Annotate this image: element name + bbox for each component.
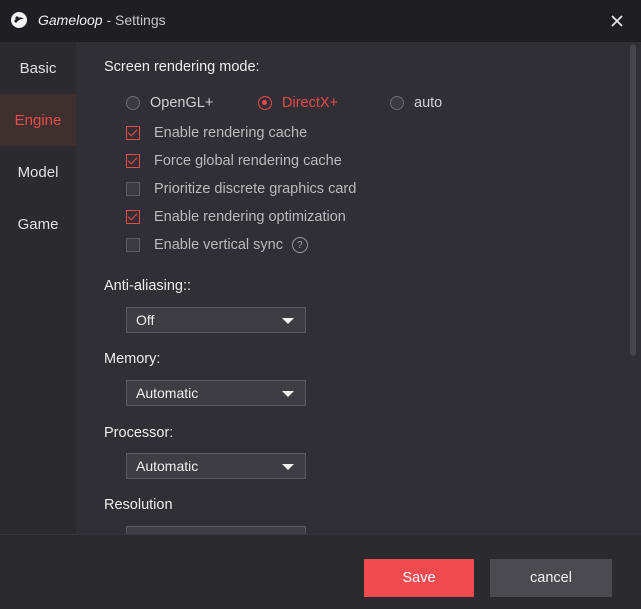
dropdown-arrow-icon (282, 464, 294, 470)
radio-label: OpenGL+ (150, 95, 214, 111)
anti-aliasing-title: Anti-aliasing:: (104, 278, 192, 294)
dropdown-arrow-icon (282, 318, 294, 324)
checkbox-indicator (126, 238, 140, 252)
help-icon[interactable]: ? (291, 237, 308, 253)
window-title: Gameloop - Settings (38, 12, 166, 28)
checkbox-label: Prioritize discrete graphics card (154, 181, 357, 197)
app-name: Gameloop (38, 12, 103, 28)
title-bar: Gameloop - Settings (0, 0, 641, 42)
sidebar-item-game[interactable]: Game (0, 198, 76, 250)
save-button[interactable]: Save (364, 559, 474, 597)
checkbox-rendering-cache[interactable]: Enable rendering cache (126, 125, 307, 141)
engine-settings-panel: Screen rendering mode: OpenGL+ DirectX+ … (76, 42, 628, 534)
checkbox-global-rendering-cache[interactable]: Force global rendering cache (126, 153, 342, 169)
scrollbar[interactable] (628, 42, 641, 534)
checkbox-label: Enable rendering cache (154, 125, 308, 141)
checkbox-rendering-optimization[interactable]: Enable rendering optimization (126, 209, 346, 225)
radio-label: DirectX+ (282, 95, 339, 111)
radio-directx[interactable]: DirectX+ (258, 95, 390, 111)
checkbox-label: Enable rendering optimization (154, 209, 346, 225)
radio-auto[interactable]: auto (390, 95, 442, 111)
radio-indicator (390, 96, 404, 110)
resolution-select[interactable] (126, 526, 306, 534)
select-value: Automatic (136, 385, 199, 401)
radio-indicator (258, 96, 272, 110)
sidebar-item-label: Engine (14, 111, 62, 129)
checkbox-indicator (126, 210, 140, 224)
checkbox-label: Force global rendering cache (154, 153, 342, 169)
scrollbar-thumb[interactable] (630, 44, 636, 356)
radio-opengl[interactable]: OpenGL+ (126, 95, 258, 111)
resolution-title: Resolution (104, 497, 173, 513)
dialog-footer: Save cancel (0, 534, 641, 609)
sidebar-item-model[interactable]: Model (0, 146, 76, 198)
checkbox-indicator (126, 126, 140, 140)
memory-select[interactable]: Automatic (126, 380, 306, 406)
checkbox-indicator (126, 154, 140, 168)
sidebar-item-basic[interactable]: Basic (0, 42, 76, 94)
dropdown-arrow-icon (282, 391, 294, 397)
cancel-button[interactable]: cancel (490, 559, 612, 597)
sidebar-item-label: Model (17, 163, 59, 181)
processor-select[interactable]: Automatic (126, 453, 306, 479)
anti-aliasing-select[interactable]: Off (126, 307, 306, 333)
sidebar-item-label: Basic (19, 59, 57, 77)
render-mode-title: Screen rendering mode: (104, 59, 260, 75)
processor-title: Processor: (104, 425, 174, 441)
checkbox-indicator (126, 182, 140, 196)
checkbox-discrete-graphics[interactable]: Prioritize discrete graphics card (126, 181, 356, 197)
radio-label: auto (414, 95, 443, 111)
checkbox-vertical-sync[interactable]: Enable vertical sync ? (126, 237, 308, 253)
select-value: Off (136, 312, 155, 328)
radio-indicator (126, 96, 140, 110)
checkbox-label: Enable vertical sync (154, 237, 283, 253)
memory-title: Memory: (104, 351, 161, 367)
gameloop-logo-icon (11, 12, 27, 28)
sidebar-item-engine[interactable]: Engine (0, 94, 76, 146)
title-suffix: - Settings (102, 12, 166, 28)
settings-sidebar: Basic Engine Model Game (0, 42, 76, 534)
select-value: Automatic (136, 458, 199, 474)
sidebar-item-label: Game (17, 215, 59, 233)
close-icon[interactable] (608, 12, 626, 30)
render-mode-radio-group: OpenGL+ DirectX+ auto (126, 95, 442, 111)
